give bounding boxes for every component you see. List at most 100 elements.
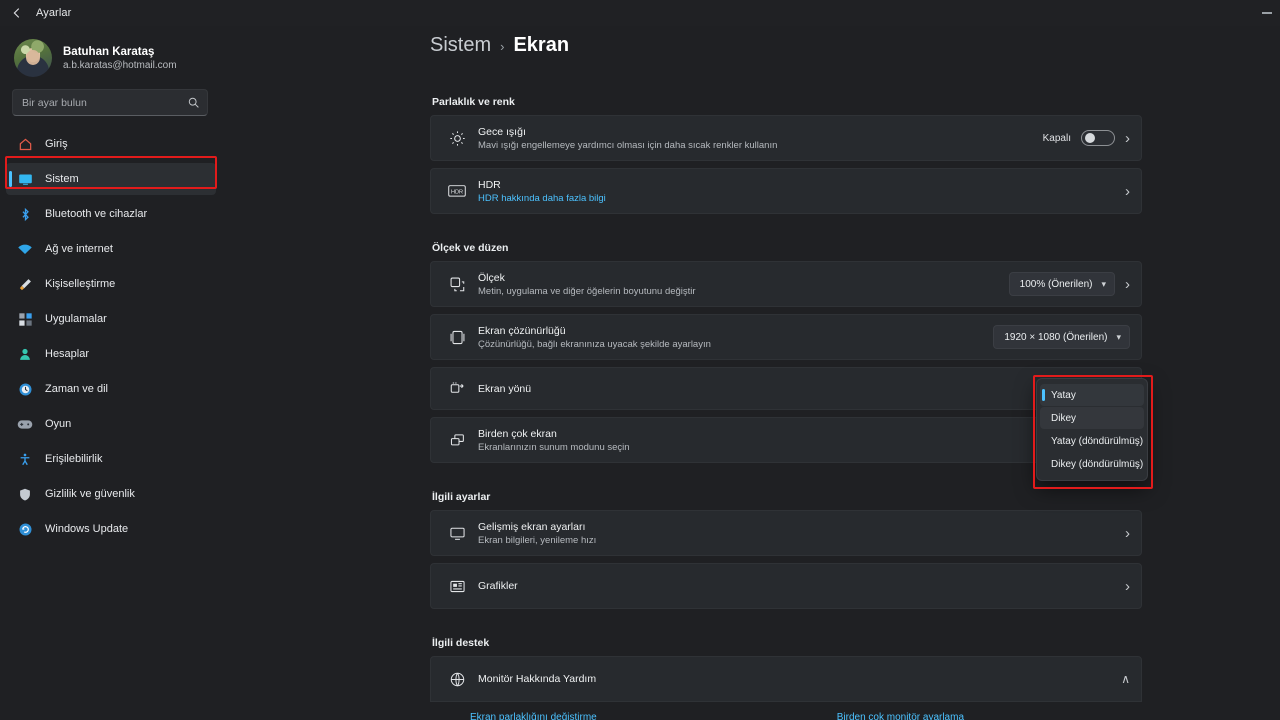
window-titlebar: Ayarlar — [0, 0, 1280, 26]
dropdown-option-label: Yatay (döndürülmüş) — [1051, 435, 1144, 447]
hdr-icon: HDR — [444, 184, 470, 198]
sidebar-item-label: Gizlilik ve güvenlik — [45, 488, 135, 500]
sidebar-item-label: Zaman ve dil — [45, 383, 108, 395]
account-card[interactable]: Batuhan Karataş a.b.karatas@hotmail.com — [0, 26, 222, 80]
sidebar-item-erisilebilirlik[interactable]: Erişilebilirlik — [6, 443, 216, 475]
resolution-icon — [444, 329, 470, 346]
scale-dropdown[interactable]: 100% (Önerilen) ▾ — [1008, 272, 1115, 296]
sidebar-item-hesaplar[interactable]: Hesaplar — [6, 338, 216, 370]
chevron-right-icon[interactable] — [1125, 277, 1130, 292]
sidebar: Batuhan Karataş a.b.karatas@hotmail.com — [0, 26, 222, 720]
help-link-multi-monitor[interactable]: Birden çok monitör ayarlama — [837, 712, 964, 720]
window-title: Ayarlar — [36, 7, 72, 19]
sidebar-item-oyun[interactable]: Oyun — [6, 408, 216, 440]
globe-icon — [444, 671, 470, 688]
sidebar-item-windows-update[interactable]: Windows Update — [6, 513, 216, 545]
setting-title: Ekran çözünürlüğü — [478, 324, 566, 337]
setting-night-light[interactable]: Gece ışığı Mavi ışığı engellemeye yardım… — [430, 115, 1142, 161]
breadcrumb-separator-icon: › — [500, 39, 505, 54]
setting-title: Ölçek — [478, 271, 505, 284]
breadcrumb: Sistem › Ekran — [430, 34, 569, 57]
sidebar-item-label: Ağ ve internet — [45, 243, 113, 255]
setting-resolution[interactable]: Ekran çözünürlüğü Çözünürlüğü, bağlı ekr… — [430, 314, 1142, 360]
scale-icon — [444, 276, 470, 293]
section-header-brightness: Parlaklık ve renk — [432, 96, 515, 108]
clock-icon — [14, 380, 36, 398]
chevron-right-icon[interactable] — [1125, 184, 1130, 199]
sidebar-item-bluetooth-ve-cihazlar[interactable]: Bluetooth ve cihazlar — [6, 198, 216, 230]
resolution-dropdown[interactable]: 1920 × 1080 (Önerilen) ▾ — [993, 325, 1130, 349]
page-title: Ekran — [513, 34, 570, 56]
setting-title: Birden çok ekran — [478, 427, 557, 440]
back-arrow-icon[interactable] — [0, 0, 34, 26]
setting-title: Ekran yönü — [478, 382, 532, 395]
setting-graphics[interactable]: Grafikler — [430, 563, 1142, 609]
section-header-related-support: İlgili destek — [432, 637, 490, 649]
sidebar-item-zaman-ve-dil[interactable]: Zaman ve dil — [6, 373, 216, 405]
chevron-right-icon[interactable] — [1125, 131, 1130, 146]
dropdown-option-label: Yatay — [1051, 389, 1076, 401]
sidebar-item-label: Uygulamalar — [45, 313, 107, 325]
setting-subtitle: Çözünürlüğü, bağlı ekranınıza uyacak şek… — [478, 338, 711, 350]
avatar — [14, 39, 52, 77]
setting-title: HDR — [478, 178, 501, 191]
chevron-right-icon[interactable] — [1125, 526, 1130, 541]
section-header-scale: Ölçek ve düzen — [432, 242, 509, 254]
sidebar-item-gizlilik-ve-guvenlik[interactable]: Gizlilik ve güvenlik — [6, 478, 216, 510]
sidebar-item-label: Erişilebilirlik — [45, 453, 103, 465]
setting-subtitle: Mavi ışığı engellemeye yardımcı olması i… — [478, 139, 778, 151]
brush-icon — [14, 275, 36, 293]
search-input[interactable] — [13, 90, 207, 115]
svg-text:HDR: HDR — [451, 190, 463, 196]
chevron-right-icon[interactable] — [1125, 579, 1130, 594]
scale-value: 100% (Önerilen) — [1019, 278, 1093, 290]
night-light-toggle[interactable] — [1081, 130, 1115, 146]
setting-title: Gece ışığı — [478, 125, 526, 138]
window-controls — [1254, 0, 1280, 26]
sun-icon — [444, 130, 470, 147]
wifi-icon — [14, 240, 36, 258]
setting-monitor-help[interactable]: Monitör Hakkında Yardım — [430, 656, 1142, 702]
setting-hdr[interactable]: HDR HDR HDR hakkında daha fazla bilgi — [430, 168, 1142, 214]
multiple-displays-icon — [444, 432, 470, 449]
sidebar-item-sistem[interactable]: Sistem — [6, 163, 216, 195]
chevron-up-icon[interactable] — [1121, 673, 1130, 686]
help-link-brightness[interactable]: Ekran parlaklığını değiştirme — [470, 712, 597, 720]
sidebar-item-label: Windows Update — [45, 523, 129, 535]
sidebar-item-label: Sistem — [45, 173, 79, 185]
setting-subtitle: Ekranlarınızın sunum modunu seçin — [478, 441, 630, 453]
sidebar-item-kisisellestirme[interactable]: Kişiselleştirme — [6, 268, 216, 300]
section-header-related-settings: İlgili ayarlar — [432, 491, 491, 503]
gamepad-icon — [14, 415, 36, 433]
hdr-learn-more-link[interactable]: HDR hakkında daha fazla bilgi — [478, 192, 1125, 205]
sidebar-item-uygulamalar[interactable]: Uygulamalar — [6, 303, 216, 335]
dropdown-option-dikey-dondurulmus[interactable]: Dikey (döndürülmüş) — [1040, 453, 1144, 475]
main-content: Sistem › Ekran Parlaklık ve renk Gece ış… — [222, 26, 1280, 720]
dropdown-option-yatay-dondurulmus[interactable]: Yatay (döndürülmüş) — [1040, 430, 1144, 452]
display-icon — [14, 170, 36, 188]
monitor-help-links: Ekran parlaklığını değiştirme Birden çok… — [430, 702, 1142, 720]
sidebar-item-label: Bluetooth ve cihazlar — [45, 208, 148, 220]
setting-advanced-display[interactable]: Gelişmiş ekran ayarları Ekran bilgileri,… — [430, 510, 1142, 556]
graphics-icon — [444, 579, 470, 594]
sidebar-item-ag-ve-internet[interactable]: Ağ ve internet — [6, 233, 216, 265]
dropdown-option-label: Dikey — [1051, 412, 1077, 424]
home-icon — [14, 135, 36, 153]
dropdown-option-dikey[interactable]: Dikey — [1040, 407, 1144, 429]
setting-subtitle: Ekran bilgileri, yenileme hızı — [478, 534, 597, 546]
sidebar-item-giris[interactable]: Giriş — [6, 128, 216, 160]
accessibility-icon — [14, 450, 36, 468]
sidebar-item-label: Hesaplar — [45, 348, 90, 360]
minimize-button[interactable] — [1254, 0, 1280, 26]
search-box[interactable] — [12, 89, 208, 116]
chevron-down-icon: ▾ — [1116, 331, 1121, 342]
account-name: Batuhan Karataş — [63, 45, 155, 58]
setting-title: Grafikler — [478, 580, 518, 592]
update-icon — [14, 520, 36, 538]
setting-scale[interactable]: Ölçek Metin, uygulama ve diğer öğelerin … — [430, 261, 1142, 307]
dropdown-option-yatay[interactable]: Yatay — [1040, 384, 1144, 406]
orientation-dropdown-flyout[interactable]: Yatay Dikey Yatay (döndürülmüş) Dikey (d… — [1036, 378, 1148, 481]
shield-icon — [14, 485, 36, 503]
breadcrumb-parent[interactable]: Sistem — [430, 34, 491, 57]
account-email: a.b.karatas@hotmail.com — [63, 59, 177, 71]
